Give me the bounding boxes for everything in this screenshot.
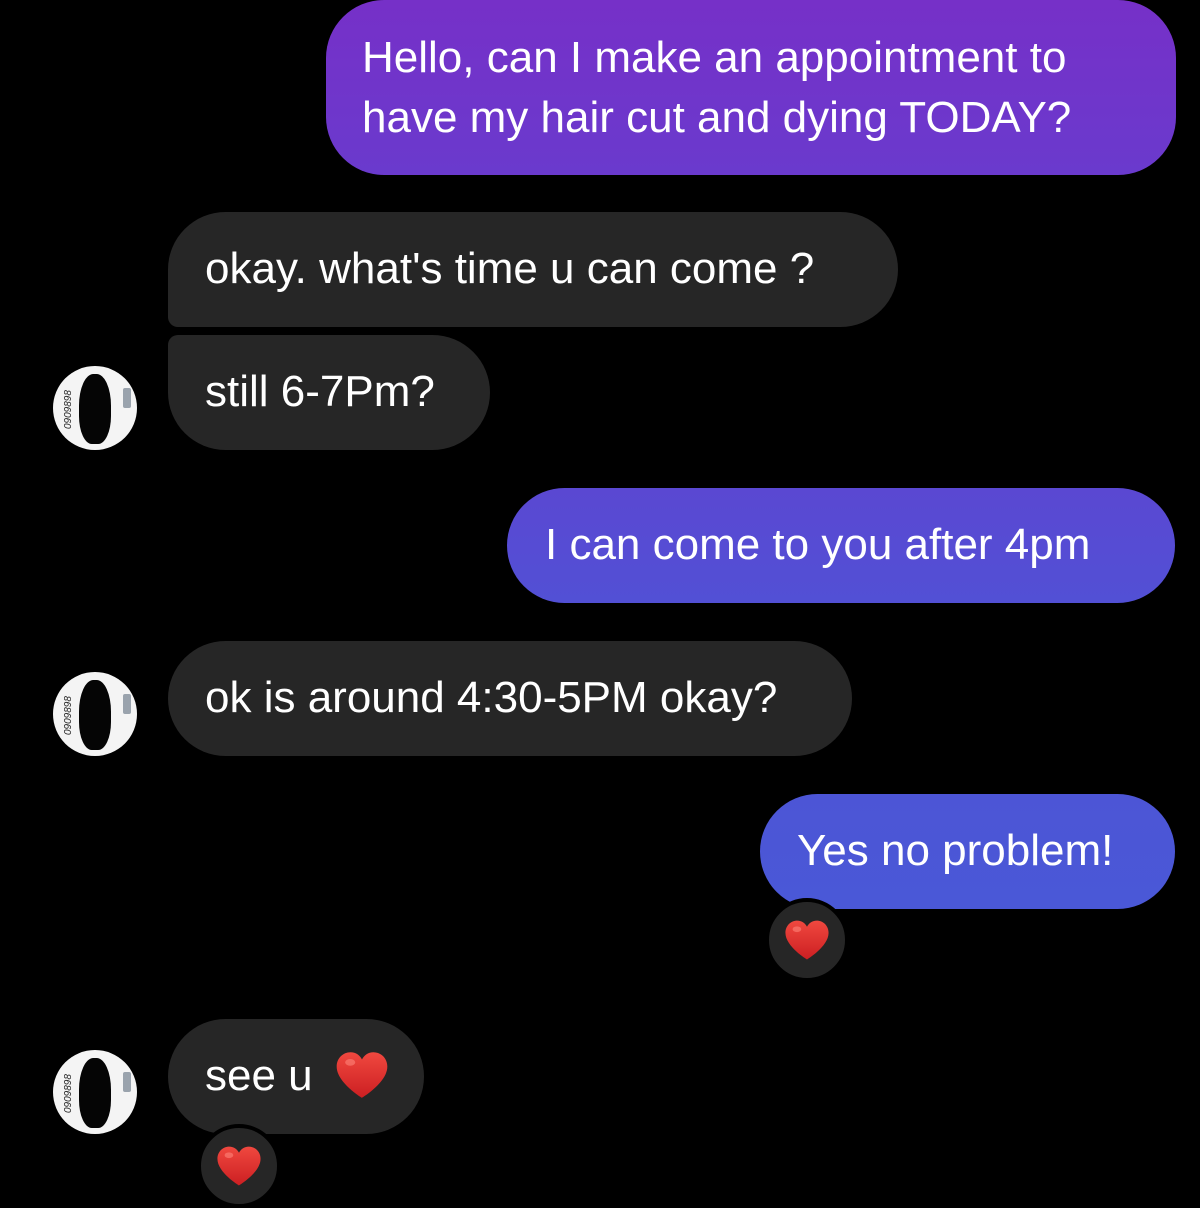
avatar[interactable]: 0909898 [53,1050,137,1134]
heart-icon [217,1146,261,1186]
incoming-message-bubble[interactable]: okay. what's time u can come ? [168,212,898,327]
message-text: Hello, can I make an appointment to [362,33,1067,82]
message-text: I can come to you after 4pm [545,520,1091,569]
avatar[interactable]: 0909898 [53,366,137,450]
avatar-watermark: 0909898 [63,390,74,429]
incoming-message-bubble[interactable]: still 6-7Pm? [168,335,490,450]
heart-icon [785,920,829,960]
message-text: ok is around 4:30-5PM okay? [205,673,778,722]
message-text: Yes no problem! [797,826,1114,875]
avatar[interactable]: 0909898 [53,672,137,756]
message-text: see u [205,1051,313,1100]
message-text: still 6-7Pm? [205,367,435,416]
heart-icon [336,1052,388,1098]
avatar-background [123,388,131,408]
incoming-message-bubble[interactable]: see u [168,1019,424,1134]
avatar-photo [79,1058,111,1128]
message-text: okay. what's time u can come ? [205,244,815,293]
avatar-photo [79,374,111,444]
outgoing-message-bubble[interactable]: Hello, can I make an appointment to have… [326,0,1176,175]
avatar-photo [79,680,111,750]
reaction-badge[interactable] [765,898,849,982]
reaction-badge[interactable] [197,1124,281,1208]
incoming-message-bubble[interactable]: ok is around 4:30-5PM okay? [168,641,852,756]
avatar-watermark: 0909898 [63,696,74,735]
avatar-background [123,1072,131,1092]
avatar-watermark: 0909898 [63,1074,74,1113]
outgoing-message-bubble[interactable]: I can come to you after 4pm [507,488,1175,603]
avatar-background [123,694,131,714]
message-text: have my hair cut and dying TODAY? [362,93,1072,142]
outgoing-message-bubble[interactable]: Yes no problem! [760,794,1175,909]
